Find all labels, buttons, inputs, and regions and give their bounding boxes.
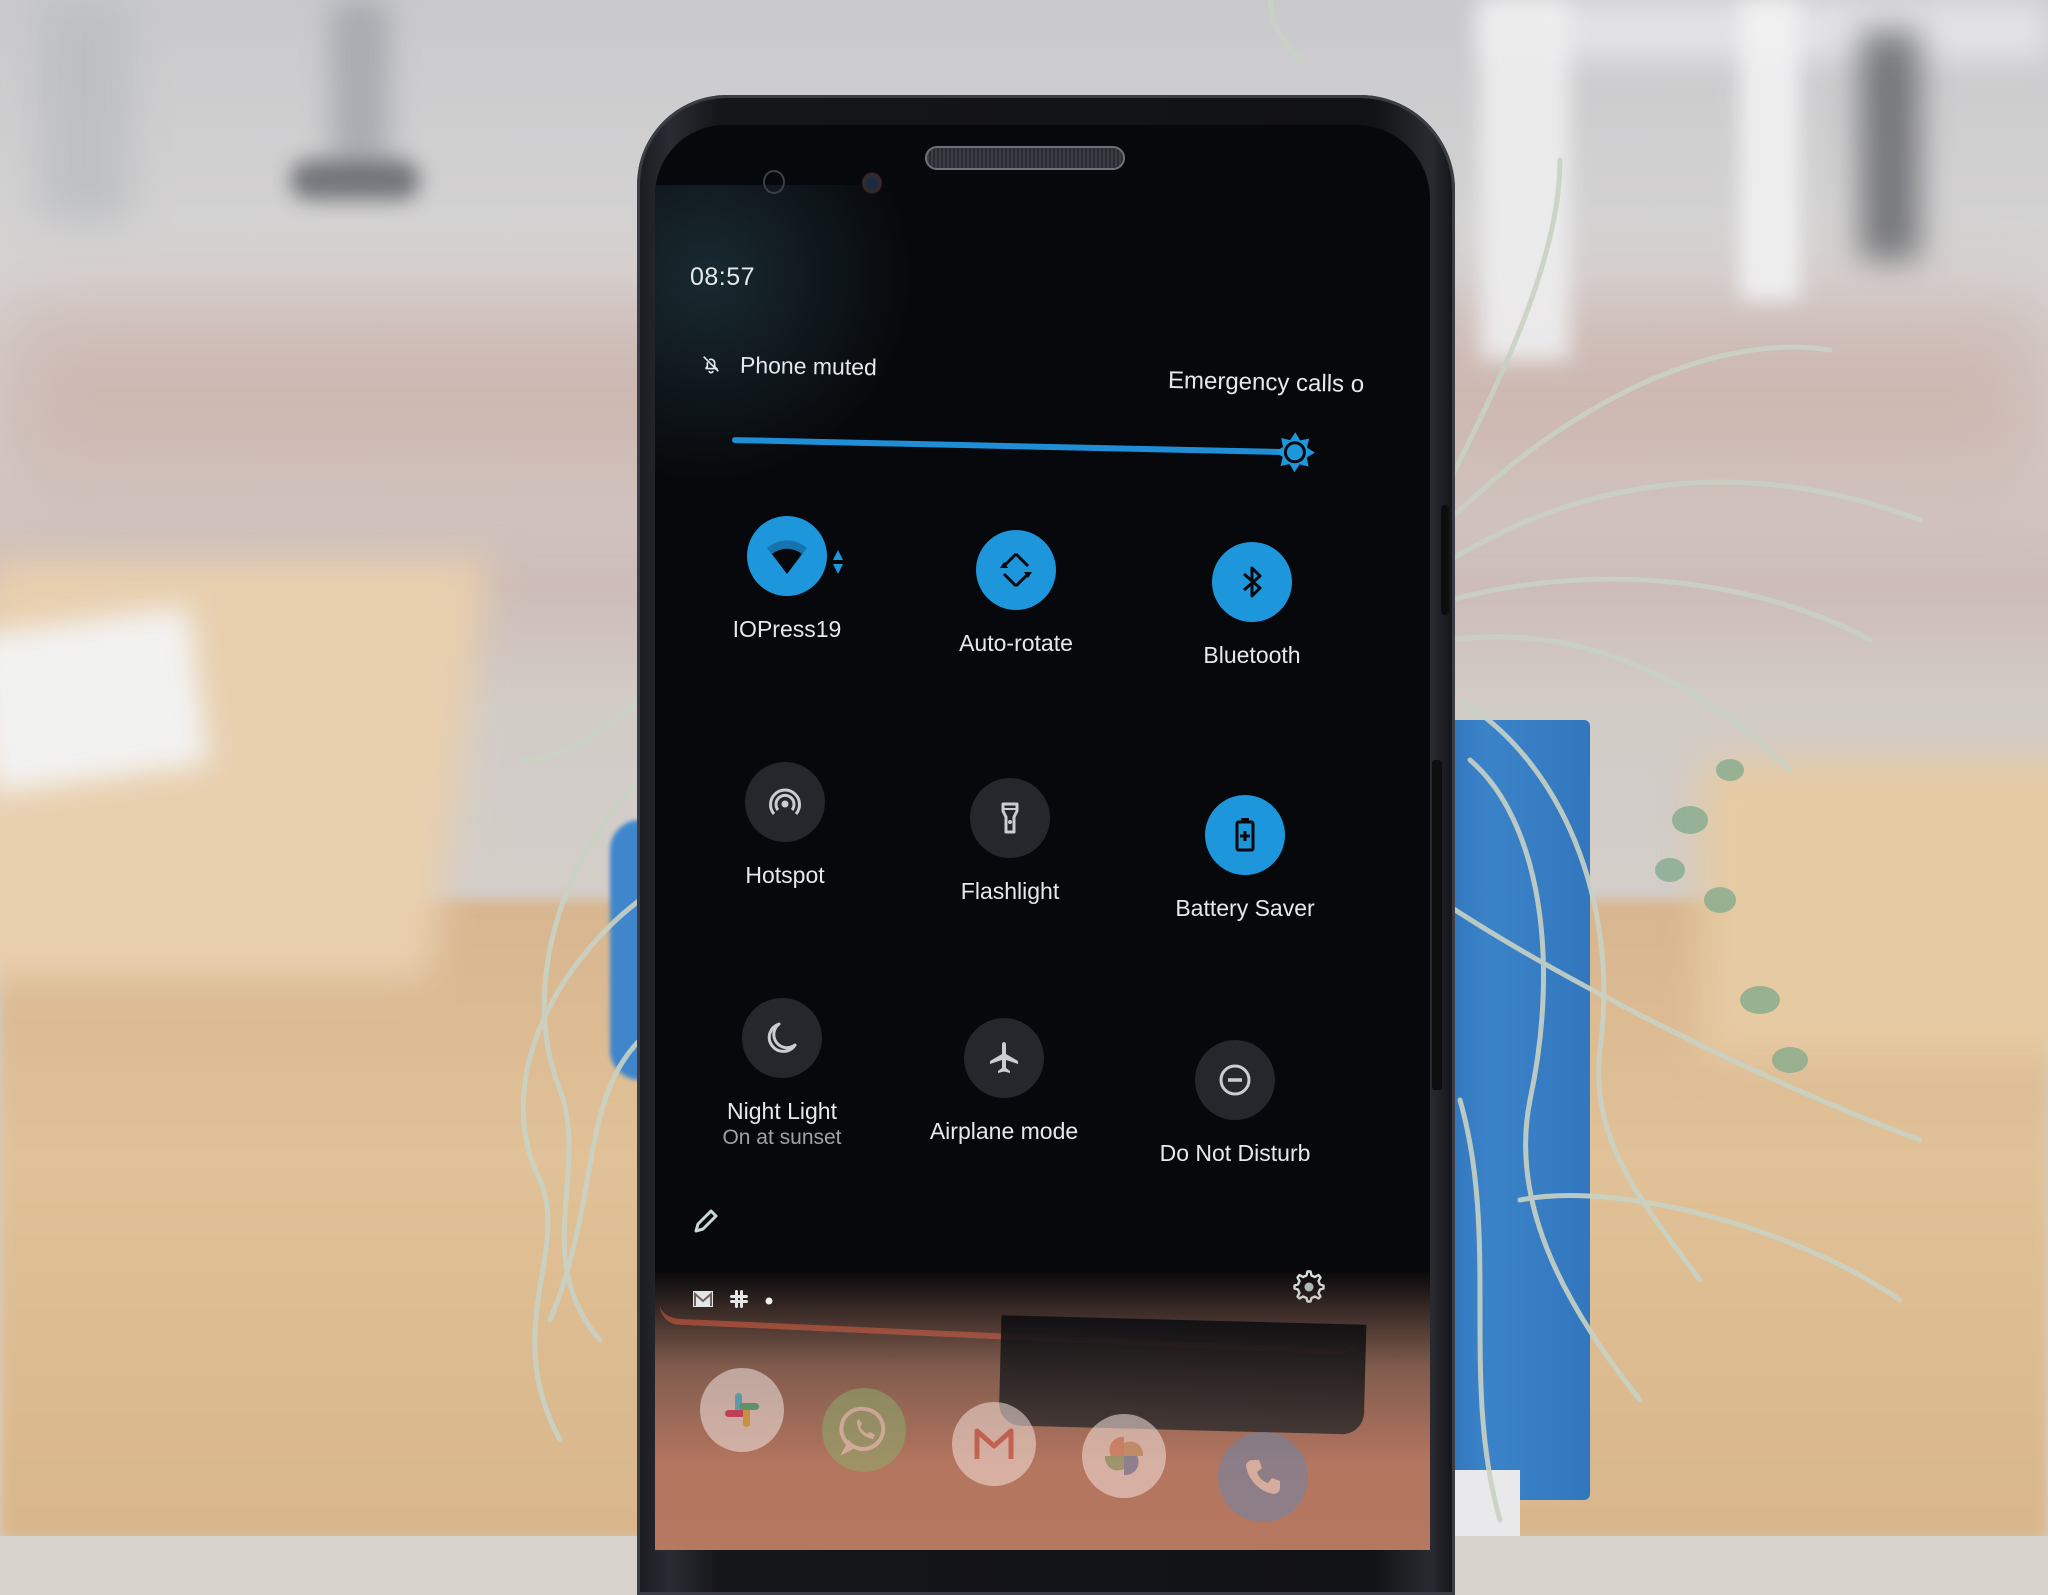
app-phone[interactable] bbox=[1218, 1432, 1308, 1522]
gmail-icon bbox=[974, 1428, 1014, 1459]
tile-night-light-sublabel: On at sunset bbox=[722, 1126, 842, 1149]
status-clock: 08:57 bbox=[690, 263, 756, 291]
tile-do-not-disturb-button[interactable] bbox=[1195, 1040, 1275, 1120]
tile-auto-rotate[interactable]: Auto-rotate bbox=[901, 530, 1131, 730]
ringer-status[interactable]: Phone muted bbox=[740, 352, 877, 381]
phone-icon bbox=[1246, 1460, 1280, 1494]
tile-auto-rotate-label: Auto-rotate bbox=[959, 630, 1073, 656]
moon-icon bbox=[767, 1022, 797, 1053]
whatsapp-icon bbox=[839, 1406, 886, 1456]
bluetooth-icon bbox=[1243, 566, 1262, 598]
data-activity-icon bbox=[833, 550, 843, 574]
brightness-icon[interactable] bbox=[1272, 430, 1317, 475]
tile-airplane-mode-label: Airplane mode bbox=[929, 1118, 1079, 1144]
tile-hotspot[interactable]: Hotspot bbox=[670, 762, 900, 962]
battery-saver-icon bbox=[1235, 818, 1255, 852]
tile-hotspot-button[interactable] bbox=[745, 762, 825, 842]
notification-shade-bottom bbox=[998, 1315, 1367, 1435]
tile-do-not-disturb[interactable]: Do Not Disturb bbox=[1120, 1040, 1350, 1240]
wifi-icon bbox=[767, 540, 807, 574]
tile-flashlight[interactable]: Flashlight bbox=[895, 778, 1125, 978]
slack-icon bbox=[728, 1288, 750, 1315]
app-slack[interactable] bbox=[700, 1368, 784, 1452]
tile-wifi[interactable]: IOPress19 bbox=[672, 516, 902, 716]
tile-night-light[interactable]: Night Light On at sunset bbox=[667, 998, 897, 1198]
tile-bluetooth[interactable]: Bluetooth bbox=[1137, 542, 1367, 742]
tile-wifi-button[interactable] bbox=[747, 516, 827, 596]
carrier-status: Emergency calls o bbox=[1167, 366, 1365, 399]
brightness-slider[interactable] bbox=[731, 426, 1315, 473]
tile-battery-saver-button[interactable] bbox=[1205, 795, 1285, 875]
dnd-icon bbox=[1219, 1064, 1251, 1096]
tile-airplane-mode[interactable]: Airplane mode bbox=[889, 1018, 1119, 1218]
pencil-icon[interactable] bbox=[690, 1205, 722, 1237]
tile-flashlight-button[interactable] bbox=[970, 778, 1050, 858]
tile-night-light-label: Night Light bbox=[727, 1098, 837, 1124]
bell-off-icon bbox=[703, 356, 719, 374]
hotspot-icon bbox=[769, 788, 801, 815]
app-whatsapp[interactable] bbox=[822, 1388, 906, 1472]
rotate-icon bbox=[1000, 552, 1032, 588]
airplane-icon bbox=[990, 1042, 1018, 1073]
tile-bluetooth-label: Bluetooth bbox=[1203, 642, 1301, 668]
gmail-icon bbox=[692, 1290, 714, 1313]
tile-battery-saver[interactable]: Battery Saver bbox=[1130, 795, 1360, 995]
tile-hotspot-label: Hotspot bbox=[745, 862, 825, 888]
photos-icon bbox=[1104, 1436, 1144, 1476]
slack-icon bbox=[725, 1393, 759, 1427]
tile-battery-saver-label: Battery Saver bbox=[1175, 895, 1315, 921]
more-dot-icon bbox=[764, 1293, 774, 1311]
brightness-track-filled bbox=[731, 437, 1295, 456]
tile-airplane-mode-button[interactable] bbox=[964, 1018, 1044, 1098]
tile-do-not-disturb-label: Do Not Disturb bbox=[1159, 1140, 1311, 1166]
tile-wifi-label: IOPress19 bbox=[732, 616, 842, 642]
notification-icons-row bbox=[692, 1288, 774, 1315]
app-gmail[interactable] bbox=[952, 1402, 1036, 1486]
app-photos[interactable] bbox=[1082, 1414, 1166, 1498]
flashlight-icon bbox=[1001, 802, 1019, 834]
tile-auto-rotate-button[interactable] bbox=[976, 530, 1056, 610]
tile-flashlight-label: Flashlight bbox=[960, 878, 1060, 904]
tile-night-light-button[interactable] bbox=[742, 998, 822, 1078]
tile-bluetooth-button[interactable] bbox=[1212, 542, 1292, 622]
